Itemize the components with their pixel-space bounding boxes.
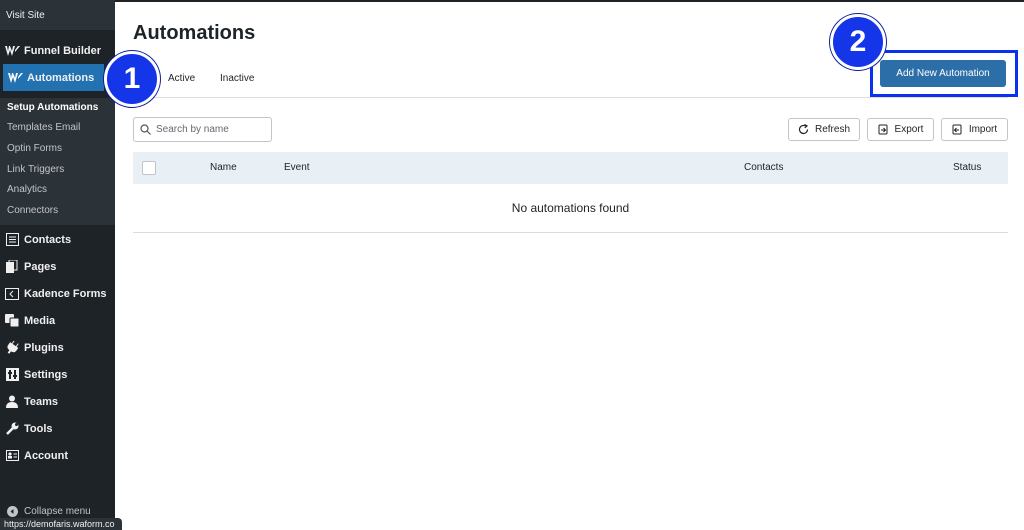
search-box[interactable] xyxy=(133,117,272,142)
annotation-highlight-box xyxy=(870,50,1018,97)
sidebar-item-label: Automations xyxy=(27,71,95,84)
sidebar-item-automations[interactable]: Automations xyxy=(3,64,104,91)
sidebar-item-label: Kadence Forms xyxy=(24,287,107,300)
column-status[interactable]: Status xyxy=(953,162,981,173)
sidebar-item-label: Tools xyxy=(24,422,53,435)
export-button[interactable]: Export xyxy=(867,118,934,141)
refresh-button[interactable]: Refresh xyxy=(788,118,860,141)
refresh-label: Refresh xyxy=(814,124,850,135)
admin-sidebar: Visit Site Funnel Builder Automations Se… xyxy=(0,0,115,530)
sidebar-item-label: Contacts xyxy=(24,233,72,246)
teams-icon xyxy=(0,395,24,408)
kadence-forms-icon xyxy=(0,287,24,300)
media-icon xyxy=(0,314,24,327)
export-label: Export xyxy=(894,124,924,135)
sidebar-item-label: Plugins xyxy=(24,341,64,354)
sidebar-item-settings[interactable]: Settings xyxy=(0,361,115,388)
sidebar-item-pages[interactable]: Pages xyxy=(0,253,115,280)
contacts-icon xyxy=(0,233,24,246)
annotation-badge-1: 1 xyxy=(104,51,160,107)
sidebar-item-label: Teams xyxy=(24,395,59,408)
submenu-item-templates-email[interactable]: Templates Email xyxy=(7,122,80,133)
column-contacts[interactable]: Contacts xyxy=(744,162,783,173)
table-header: Name Event Contacts Status xyxy=(133,152,1008,184)
annotation-badge-2: 2 xyxy=(830,14,886,70)
search-icon xyxy=(140,124,151,135)
tab-inactive[interactable]: Inactive xyxy=(220,73,254,84)
pages-icon xyxy=(0,260,24,273)
admin-top-bar xyxy=(0,0,1024,2)
sidebar-item-plugins[interactable]: Plugins xyxy=(0,334,115,361)
automations-submenu: Setup Automations Templates Email Optin … xyxy=(0,98,115,225)
submenu-item-analytics[interactable]: Analytics xyxy=(7,184,47,195)
sidebar-item-kadence-forms[interactable]: Kadence Forms xyxy=(0,280,115,307)
sidebar-item-label: Media xyxy=(24,314,56,327)
column-event[interactable]: Event xyxy=(284,162,310,173)
sidebar-item-label: Funnel Builder xyxy=(24,44,101,57)
submenu-item-optin-forms[interactable]: Optin Forms xyxy=(7,143,62,154)
empty-state-message: No automations found xyxy=(133,184,1008,233)
import-icon xyxy=(952,124,969,135)
status-bar-url: https://demofaris.waform.co xyxy=(0,518,122,530)
settings-icon xyxy=(0,368,24,381)
submenu-item-connectors[interactable]: Connectors xyxy=(7,205,58,216)
automations-logo-icon xyxy=(3,72,27,83)
tab-active[interactable]: Active xyxy=(168,73,195,84)
sidebar-item-account[interactable]: Account xyxy=(0,442,115,469)
page-title: Automations xyxy=(133,22,256,44)
refresh-icon xyxy=(798,124,815,135)
submenu-item-link-triggers[interactable]: Link Triggers xyxy=(7,164,64,175)
sidebar-item-label: Settings xyxy=(24,368,68,381)
plugins-icon xyxy=(0,341,24,354)
sidebar-item-funnel-builder[interactable]: Funnel Builder xyxy=(0,37,115,64)
tabs-divider xyxy=(133,97,1008,98)
sidebar-item-contacts[interactable]: Contacts xyxy=(0,226,115,253)
export-icon xyxy=(878,124,895,135)
visit-site-link[interactable]: Visit Site xyxy=(0,0,115,30)
account-icon xyxy=(0,450,24,461)
sidebar-item-tools[interactable]: Tools xyxy=(0,415,115,442)
collapse-arrow-icon xyxy=(0,505,24,517)
select-all-checkbox[interactable] xyxy=(142,161,156,175)
sidebar-item-media[interactable]: Media xyxy=(0,307,115,334)
tools-icon xyxy=(0,422,24,435)
import-label: Import xyxy=(968,124,998,135)
sidebar-item-label: Pages xyxy=(24,260,57,273)
collapse-menu-label: Collapse menu xyxy=(24,505,91,517)
import-button[interactable]: Import xyxy=(941,118,1008,141)
sidebar-item-teams[interactable]: Teams xyxy=(0,388,115,415)
column-name[interactable]: Name xyxy=(210,162,237,173)
funnel-builder-logo-icon xyxy=(0,45,24,56)
submenu-item-setup-automations[interactable]: Setup Automations xyxy=(7,102,98,113)
search-input[interactable] xyxy=(156,124,261,135)
sidebar-item-label: Account xyxy=(24,449,68,462)
